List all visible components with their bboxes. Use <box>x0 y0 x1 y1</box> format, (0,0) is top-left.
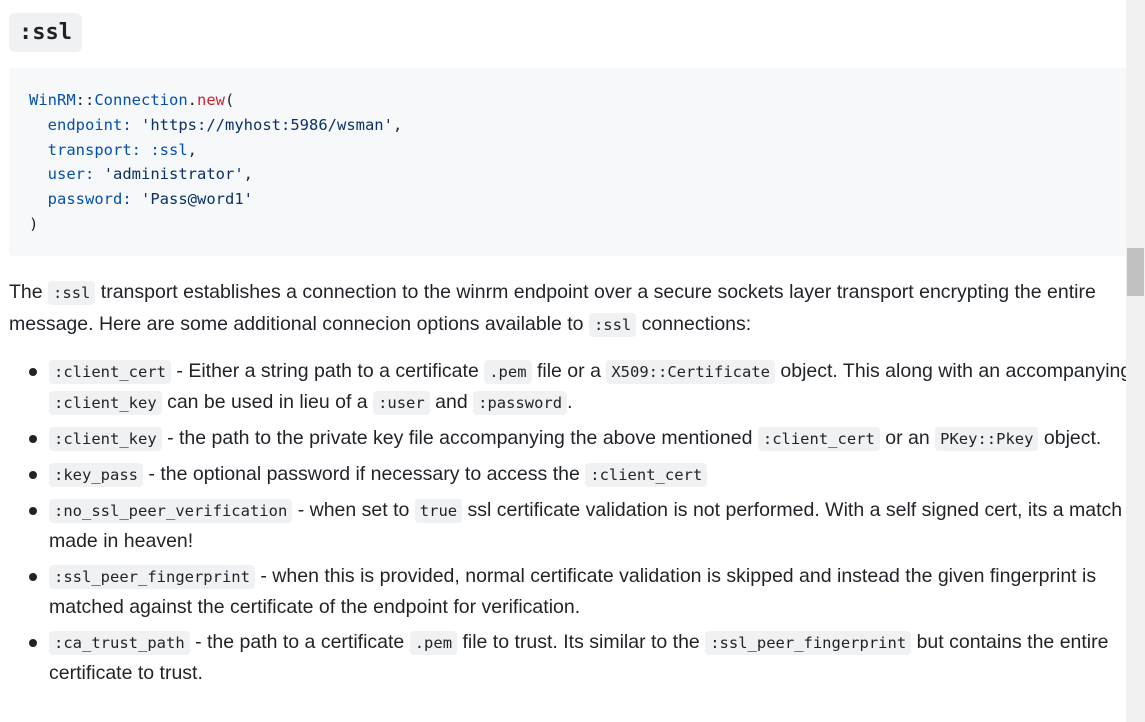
text: and <box>429 391 474 413</box>
bullet-icon <box>29 639 37 647</box>
code-token: new <box>197 91 226 109</box>
inline-code: :key_pass <box>49 463 143 487</box>
inline-code: :password <box>473 391 568 415</box>
code-token: ) <box>29 214 39 233</box>
code-token: endpoint: <box>47 115 132 134</box>
code-token: ( <box>225 91 235 109</box>
inline-code: PKey::Pkey <box>935 427 1039 451</box>
text: - the path to the private key file accom… <box>161 427 758 449</box>
text: file or a <box>531 360 607 382</box>
code-line: transport: :ssl, <box>29 138 1114 163</box>
list-item: :client_key - the path to the private ke… <box>9 423 1134 454</box>
section-heading: :ssl <box>9 13 82 52</box>
inline-code: :ssl <box>588 313 637 337</box>
code-token: WinRM <box>29 91 76 109</box>
text: - when set to <box>292 499 415 521</box>
code-token: 'https://myhost:5986/wsman' <box>141 115 393 134</box>
inline-code: :client_cert <box>585 463 708 487</box>
inline-code: :client_cert <box>757 427 880 451</box>
text: The <box>9 281 49 303</box>
code-line: WinRM::Connection.new( <box>29 88 1114 113</box>
code-line: endpoint: 'https://myhost:5986/wsman', <box>29 113 1114 138</box>
inline-code: :ssl <box>48 281 96 305</box>
text: or an <box>879 427 936 449</box>
code-token: , <box>187 140 198 159</box>
text: - the path to a certificate <box>189 631 410 653</box>
code-token: , <box>392 115 403 134</box>
inline-code: :no_ssl_peer_verification <box>49 499 293 523</box>
inline-code: X509::Certificate <box>606 360 775 384</box>
code-line: user: 'administrator', <box>29 162 1114 187</box>
bullet-icon <box>29 573 37 581</box>
bullet-icon <box>29 507 37 515</box>
code-token: :ssl <box>150 140 188 159</box>
code-token: :: <box>75 91 95 109</box>
list-item: :client_cert - Either a string path to a… <box>9 356 1134 418</box>
text: object. <box>1038 427 1102 449</box>
code-line: ) <box>29 212 1114 237</box>
inline-code: :client_key <box>49 427 162 451</box>
scrollbar-thumb[interactable] <box>1127 248 1144 296</box>
text: can be used in lieu of a <box>161 391 374 413</box>
text: - Either a string path to a certificate <box>170 360 485 382</box>
inline-code: :ca_trust_path <box>49 631 190 655</box>
code-token: 'administrator' <box>103 165 244 184</box>
list-item: :key_pass - the optional password if nec… <box>9 459 1134 490</box>
bullet-icon <box>29 368 37 376</box>
list-item: :ca_trust_path - the path to a certifica… <box>9 627 1134 688</box>
inline-code: :client_key <box>49 391 162 415</box>
text: . <box>567 391 573 413</box>
code-token: transport: <box>47 140 141 159</box>
inline-code: :ssl_peer_fingerprint <box>49 565 255 589</box>
code-token: . <box>187 91 198 109</box>
list-item: :ssl_peer_fingerprint - when this is pro… <box>9 561 1134 622</box>
list-item: :no_ssl_peer_verification - when set to … <box>9 495 1134 556</box>
inline-code: .pem <box>409 631 458 655</box>
inline-code: .pem <box>484 360 532 384</box>
intro-paragraph: The :ssl transport establishes a connect… <box>9 277 1134 341</box>
code-token: , <box>243 165 254 184</box>
code-token: 'Pass@word1' <box>141 190 253 209</box>
text: object. This along with an accompanying <box>774 360 1132 382</box>
code-token: password: <box>47 190 132 209</box>
code-token: user: <box>47 165 95 184</box>
code-token: Connection <box>94 91 188 109</box>
text: - the optional password if necessary to … <box>143 463 586 485</box>
inline-code: true <box>414 499 463 523</box>
text: transport establishes a connection to th… <box>9 281 1096 335</box>
options-list: :client_cert - Either a string path to a… <box>9 356 1134 693</box>
inline-code: :client_cert <box>49 360 171 384</box>
bullet-icon <box>29 435 37 443</box>
inline-code: :ssl_peer_fingerprint <box>705 631 912 655</box>
text: file to trust. Its similar to the <box>457 631 706 653</box>
bullet-icon <box>29 471 37 479</box>
text: connections: <box>636 313 752 335</box>
code-line: password: 'Pass@word1' <box>29 187 1114 212</box>
vertical-scrollbar[interactable] <box>1126 0 1145 722</box>
code-block: WinRM::Connection.new( endpoint: 'https:… <box>9 68 1134 256</box>
inline-code: :user <box>373 391 430 415</box>
